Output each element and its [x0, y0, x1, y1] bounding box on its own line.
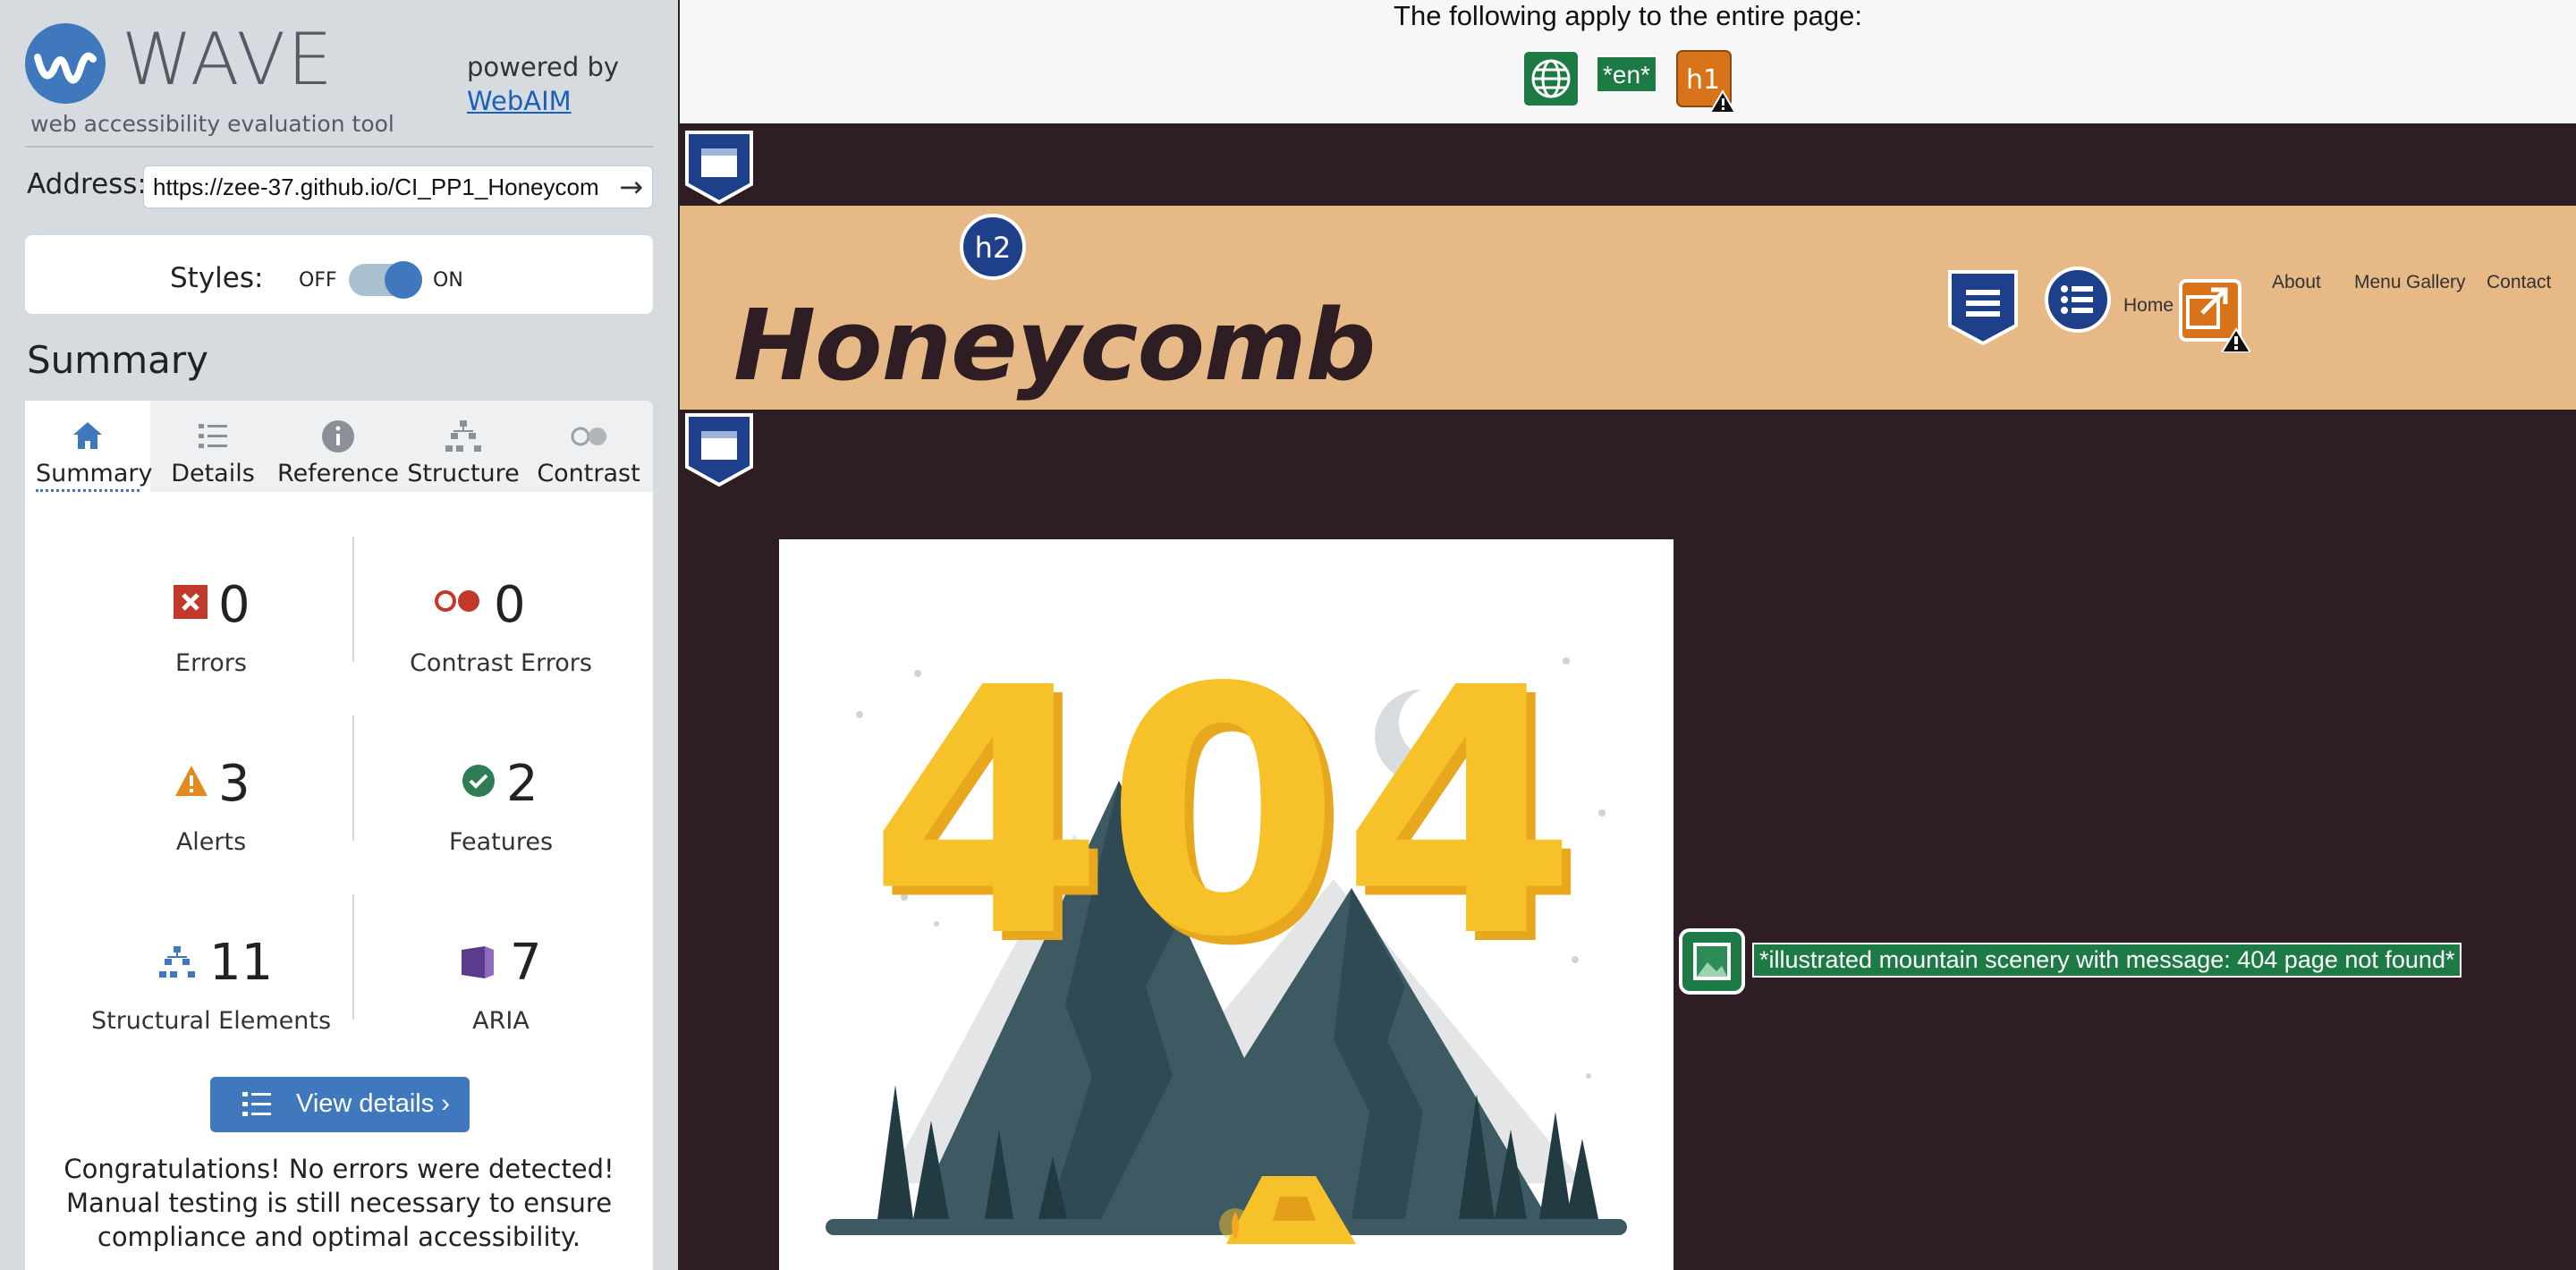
tab-contrast[interactable]: Contrast: [526, 401, 651, 492]
contrast-icon: [571, 427, 606, 446]
aria-count: 7: [510, 934, 542, 992]
powered-by: powered by WebAIM: [467, 50, 619, 118]
wave-tagline: web accessibility evaluation tool: [30, 111, 394, 137]
styles-label: Styles:: [170, 262, 264, 294]
stat-features[interactable]: 2 Features: [358, 755, 644, 871]
address-field[interactable]: https://zee-37.github.io/CI_PP1_Honeycom…: [143, 165, 653, 208]
h2-heading-icon[interactable]: h2: [959, 213, 1027, 281]
site-header: Honeycomb h2 Home About Menu Gallery Con…: [680, 206, 2576, 410]
divider: [25, 146, 653, 148]
home-icon: [73, 422, 102, 449]
header-landmark-icon[interactable]: [683, 131, 755, 205]
features-label: Features: [448, 828, 554, 856]
styles-off-label: OFF: [299, 269, 337, 292]
404-illustration: 404 404: [779, 539, 1674, 1270]
wave-logo-text: WAVE: [122, 18, 335, 101]
arrow-right-icon[interactable]: →: [619, 170, 643, 204]
structural-label: Structural Elements: [90, 1007, 332, 1035]
summary-heading: Summary: [27, 338, 208, 382]
webaim-link[interactable]: WebAIM: [467, 84, 619, 118]
h1-alert-badge[interactable]: h1: [1676, 50, 1737, 114]
aria-label: ARIA: [472, 1007, 530, 1035]
site-title[interactable]: Honeycomb: [733, 288, 1376, 402]
list-icon: [199, 424, 227, 448]
powered-by-text: powered by: [467, 52, 620, 82]
language-globe-icon[interactable]: [1522, 50, 1580, 107]
styles-card: Styles: OFF ON: [25, 235, 653, 314]
nav-link-contact[interactable]: Contact: [2487, 272, 2551, 293]
page-level-bar: The following apply to the entire page: …: [680, 0, 2576, 125]
tab-label: Details: [171, 460, 255, 487]
nav-link-home[interactable]: Home: [2123, 295, 2174, 317]
toggle-knob: [385, 261, 422, 299]
tab-summary[interactable]: Summary: [25, 401, 152, 492]
structural-count: 11: [209, 934, 274, 992]
image-alt-text-label: *illustrated mountain scenery with messa…: [1752, 943, 2462, 978]
errors-count: 0: [218, 576, 250, 634]
address-label: Address:: [27, 168, 147, 200]
styles-on-label: ON: [433, 269, 463, 292]
alerts-label: Alerts: [175, 828, 247, 856]
features-count: 2: [506, 755, 538, 813]
alert-icon: [175, 766, 208, 796]
structure-icon: [159, 946, 195, 978]
stat-alerts[interactable]: 3 Alerts: [68, 755, 354, 871]
wave-sidebar: WAVE web accessibility evaluation tool p…: [0, 0, 678, 1270]
list-icon: [242, 1092, 271, 1116]
404-text: 404: [868, 615, 1577, 1012]
divider: [352, 715, 354, 841]
view-details-label: View details ›: [296, 1089, 450, 1118]
stat-structural[interactable]: 11 Structural Elements: [68, 934, 354, 1050]
divider: [352, 894, 354, 1020]
language-badge[interactable]: *en*: [1596, 55, 1657, 93]
page-level-caption: The following apply to the entire page:: [1394, 0, 1862, 31]
tab-details[interactable]: Details: [150, 401, 275, 492]
h1-text: h1: [1686, 64, 1720, 96]
main-landmark-icon[interactable]: [683, 413, 755, 487]
contrast-errors-label: Contrast Errors: [410, 649, 592, 677]
stat-errors[interactable]: 0 Errors: [68, 576, 354, 692]
alerts-count: 3: [218, 755, 250, 813]
unordered-list-icon[interactable]: [2043, 265, 2113, 334]
view-details-button[interactable]: View details ›: [210, 1077, 470, 1132]
hierarchy-icon: [445, 420, 481, 452]
info-icon: [322, 420, 354, 453]
tab-structure[interactable]: Structure: [401, 401, 526, 492]
stat-contrast-errors[interactable]: 0 Contrast Errors: [358, 576, 644, 692]
wave-logo-icon: [25, 23, 106, 104]
tab-label: Structure: [407, 460, 520, 487]
summary-panel: Summary Details Reference Structure Cont…: [25, 401, 653, 1270]
feature-icon: [462, 765, 495, 797]
aria-icon: [462, 946, 494, 978]
tab-label: Reference: [277, 460, 399, 487]
tab-label: Summary: [36, 460, 152, 492]
divider: [352, 537, 354, 662]
address-input[interactable]: https://zee-37.github.io/CI_PP1_Honeycom…: [153, 174, 600, 201]
nav-link-menu[interactable]: Menu: [2354, 272, 2402, 293]
tab-bar: Summary Details Reference Structure Cont…: [25, 401, 653, 492]
nav-link-gallery[interactable]: Gallery: [2406, 272, 2466, 293]
contrast-errors-count: 0: [494, 576, 526, 634]
tab-label: Contrast: [537, 460, 640, 487]
tab-reference[interactable]: Reference: [275, 401, 401, 492]
error-icon: [174, 585, 208, 619]
contrast-error-icon: [435, 590, 479, 612]
errors-label: Errors: [175, 649, 247, 677]
stat-aria[interactable]: 7 ARIA: [358, 934, 644, 1050]
mountain-scene-image: 404 404: [806, 615, 1656, 1270]
h2-text: h2: [975, 231, 1012, 265]
navigation-landmark-icon[interactable]: [1946, 270, 2020, 346]
image-alt-feature-icon[interactable]: [1679, 928, 1745, 995]
congratulations-message: Congratulations! No errors were detected…: [64, 1154, 614, 1252]
redundant-link-alert-icon[interactable]: [2177, 277, 2252, 353]
styles-toggle[interactable]: [349, 261, 422, 299]
nav-link-about[interactable]: About: [2272, 272, 2321, 293]
